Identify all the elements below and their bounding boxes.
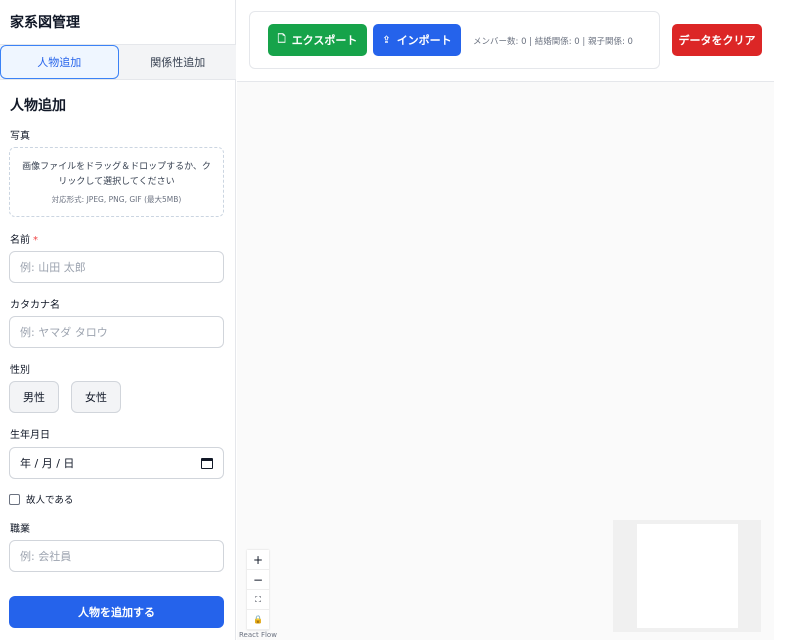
lock-button[interactable]: 🔒 <box>247 610 269 630</box>
dropzone-text: 画像ファイルをドラッグ＆ドロップするか、クリックして選択してください <box>22 162 211 187</box>
occupation-input[interactable] <box>9 540 224 572</box>
app-title: 家系図管理 <box>10 15 80 31</box>
flow-canvas[interactable]: + − ⛶ 🔒 React Flow <box>237 82 774 640</box>
photo-dropzone[interactable]: 画像ファイルをドラッグ＆ドロップするか、クリックして選択してください 対応形式:… <box>9 147 224 217</box>
file-icon: 🗋 <box>277 33 286 45</box>
import-button[interactable]: ⇪ インポート <box>373 24 461 56</box>
tab-bar: 人物追加 関係性追加 <box>0 44 236 80</box>
react-flow-attribution[interactable]: React Flow <box>239 631 277 639</box>
cloud-upload-icon: ⇪ <box>382 34 391 46</box>
name-label-text: 名前 <box>10 235 30 246</box>
clear-data-button[interactable]: データをクリア <box>672 24 762 56</box>
calendar-icon[interactable] <box>201 457 213 469</box>
deceased-row: 故人である <box>9 492 73 506</box>
zoom-out-button[interactable]: − <box>247 570 269 590</box>
minimap[interactable] <box>613 520 761 632</box>
add-person-button[interactable]: 人物を追加する <box>9 596 224 628</box>
export-button[interactable]: 🗋 エクスポート <box>268 24 367 56</box>
import-label: インポート <box>396 34 452 47</box>
name-input[interactable] <box>9 251 224 283</box>
section-title: 人物追加 <box>10 98 66 114</box>
zoom-in-button[interactable]: + <box>247 550 269 570</box>
birthdate-value: 年 / 月 / 日 <box>20 457 75 470</box>
toolbar-card: 🗋 エクスポート ⇪ インポート メンバー数: 0 | 結婚関係: 0 | 親子… <box>249 11 660 69</box>
tab-add-person[interactable]: 人物追加 <box>0 45 119 79</box>
export-label: エクスポート <box>291 34 358 47</box>
deceased-checkbox[interactable] <box>9 493 20 505</box>
stats-text: メンバー数: 0 | 結婚関係: 0 | 親子関係: 0 <box>473 37 633 47</box>
kana-label: カタカナ名 <box>10 300 60 311</box>
gender-female-button[interactable]: 女性 <box>71 381 121 413</box>
birthdate-label: 生年月日 <box>10 430 50 441</box>
gender-label: 性別 <box>10 365 30 376</box>
app-root: 家系図管理 人物追加 関係性追加 人物追加 写真 画像ファイルをドラッグ＆ドロッ… <box>0 0 787 640</box>
gender-male-button[interactable]: 男性 <box>9 381 59 413</box>
sidebar: 家系図管理 人物追加 関係性追加 人物追加 写真 画像ファイルをドラッグ＆ドロッ… <box>0 0 236 640</box>
minimap-viewport <box>637 524 738 628</box>
required-mark: * <box>33 235 38 246</box>
tab-add-relationship[interactable]: 関係性追加 <box>120 45 237 79</box>
occupation-label: 職業 <box>10 524 30 535</box>
birthdate-input[interactable]: 年 / 月 / 日 <box>9 447 224 479</box>
toolbar-header: 🗋 エクスポート ⇪ インポート メンバー数: 0 | 結婚関係: 0 | 親子… <box>237 0 774 82</box>
photo-label: 写真 <box>10 131 30 142</box>
main-area: 🗋 エクスポート ⇪ インポート メンバー数: 0 | 結婚関係: 0 | 親子… <box>237 0 774 640</box>
dropzone-formats: 対応形式: JPEG, PNG, GIF (最大5MB) <box>51 195 182 204</box>
flow-controls: + − ⛶ 🔒 <box>247 550 269 630</box>
deceased-label: 故人である <box>26 495 74 506</box>
kana-input[interactable] <box>9 316 224 348</box>
name-label: 名前 * <box>10 231 38 246</box>
fit-view-button[interactable]: ⛶ <box>247 590 269 610</box>
